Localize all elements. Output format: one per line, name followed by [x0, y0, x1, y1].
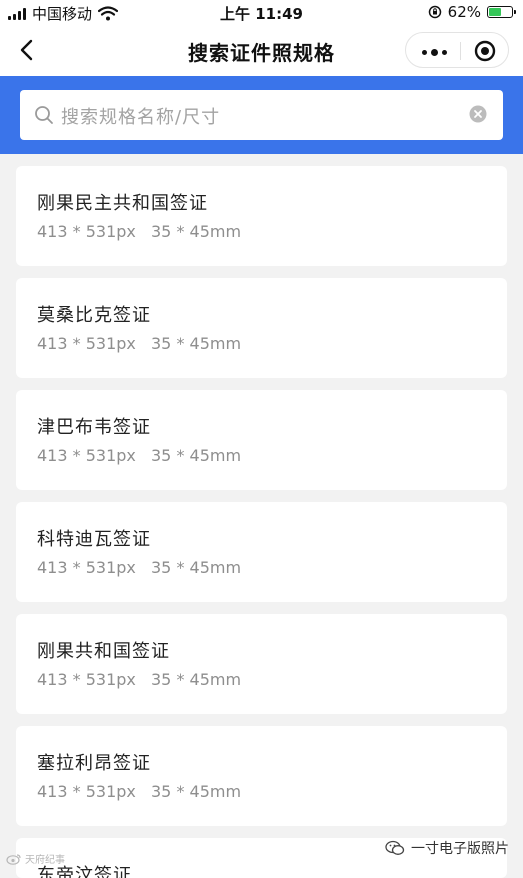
item-mm-size: 35 * 45mm: [151, 334, 242, 353]
list-item[interactable]: 津巴布韦签证 413 * 531px 35 * 45mm: [16, 390, 507, 490]
mini-program-capsule: [405, 32, 509, 68]
capsule-divider: [460, 42, 461, 60]
watermark-right-text: 一寸电子版照片: [411, 841, 509, 857]
watermark-left: 天府纪事: [6, 851, 65, 866]
item-pixel-size: 413 * 531px: [37, 446, 136, 465]
rotation-lock-icon: [428, 5, 441, 19]
wechat-icon: [385, 840, 405, 855]
spec-list: 刚果民主共和国签证 413 * 531px 35 * 45mm 莫桑比克签证 4…: [16, 166, 507, 878]
item-name: 津巴布韦签证: [37, 417, 151, 438]
search-band: 搜索规格名称/尺寸: [0, 76, 523, 154]
battery-icon: [487, 6, 516, 18]
list-item[interactable]: 塞拉利昂签证 413 * 531px 35 * 45mm: [16, 726, 507, 826]
list-item[interactable]: 科特迪瓦签证 413 * 531px 35 * 45mm: [16, 502, 507, 602]
item-name: 刚果共和国签证: [37, 641, 170, 662]
watermark-left-text: 天府纪事: [25, 855, 65, 866]
more-icon[interactable]: [422, 49, 447, 56]
item-pixel-size: 413 * 531px: [37, 558, 136, 577]
clear-icon[interactable]: [469, 105, 487, 123]
nav-bar: 搜索证件照规格: [0, 24, 523, 76]
weibo-icon: [6, 853, 21, 865]
list-item[interactable]: 刚果民主共和国签证 413 * 531px 35 * 45mm: [16, 166, 507, 266]
search-input[interactable]: 搜索规格名称/尺寸: [20, 90, 503, 140]
list-item[interactable]: 刚果共和国签证 413 * 531px 35 * 45mm: [16, 614, 507, 714]
status-right: 62%: [428, 3, 516, 21]
item-mm-size: 35 * 45mm: [151, 782, 242, 801]
item-pixel-size: 413 * 531px: [37, 670, 136, 689]
search-placeholder: 搜索规格名称/尺寸: [61, 107, 221, 128]
search-icon: [35, 106, 53, 124]
target-icon[interactable]: [474, 40, 496, 62]
item-pixel-size: 413 * 531px: [37, 222, 136, 241]
item-name: 莫桑比克签证: [37, 305, 151, 326]
item-pixel-size: 413 * 531px: [37, 782, 136, 801]
watermark-right: 一寸电子版照片: [385, 838, 509, 858]
item-pixel-size: 413 * 531px: [37, 334, 136, 353]
list-item[interactable]: 莫桑比克签证 413 * 531px 35 * 45mm: [16, 278, 507, 378]
battery-percent: 62%: [447, 3, 481, 21]
item-name: 塞拉利昂签证: [37, 753, 151, 774]
status-bar: 中国移动 上午 11:49 62%: [0, 0, 523, 24]
item-mm-size: 35 * 45mm: [151, 222, 242, 241]
item-name: 刚果民主共和国签证: [37, 193, 208, 214]
item-name: 科特迪瓦签证: [37, 529, 151, 550]
item-mm-size: 35 * 45mm: [151, 558, 242, 577]
battery-fill: [489, 8, 502, 16]
item-mm-size: 35 * 45mm: [151, 670, 242, 689]
item-mm-size: 35 * 45mm: [151, 446, 242, 465]
